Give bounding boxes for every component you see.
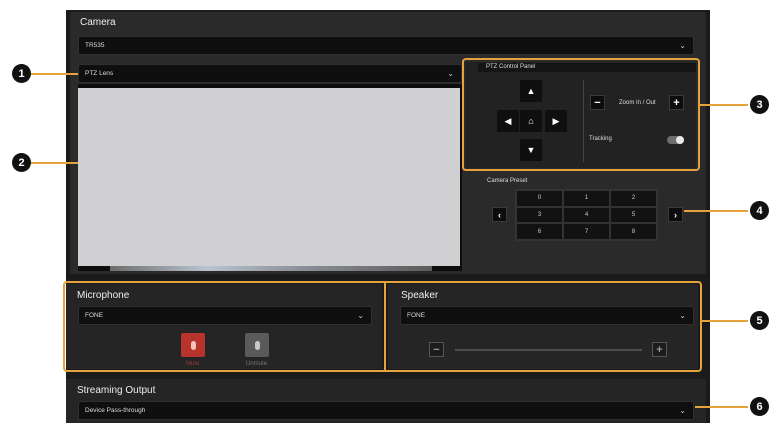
streaming-output-select[interactable]: Device Pass-through ⌄ <box>78 401 694 420</box>
callout-line-4 <box>684 210 748 212</box>
preset-grid: 0 1 2 3 4 5 6 7 8 <box>515 189 658 241</box>
callout-badge-1: 1 <box>12 64 31 83</box>
preset-cell[interactable]: 8 <box>610 223 657 240</box>
callout-line-5 <box>702 320 748 322</box>
preset-cell[interactable]: 2 <box>610 190 657 207</box>
camera-preset-title: Camera Preset <box>487 178 528 184</box>
callout-badge-4: 4 <box>750 201 769 220</box>
camera-lens-value: PTZ Lens <box>85 70 114 77</box>
ptz-panel-highlight <box>462 58 700 171</box>
streaming-output-value: Device Pass-through <box>85 407 146 414</box>
camera-preview-image <box>78 88 460 266</box>
preset-cell[interactable]: 3 <box>516 206 563 224</box>
preset-prev-button[interactable]: ‹ <box>492 207 507 222</box>
callout-line-3 <box>700 104 748 106</box>
audio-highlight <box>63 281 702 372</box>
callout-badge-2: 2 <box>12 153 31 172</box>
callout-line-6 <box>695 406 748 408</box>
chevron-down-icon: ⌄ <box>679 41 686 50</box>
preset-cell[interactable]: 0 <box>516 190 563 207</box>
callout-badge-6: 6 <box>750 397 769 416</box>
preset-cell[interactable]: 7 <box>563 223 610 240</box>
preset-cell[interactable]: 6 <box>516 223 563 240</box>
streaming-title: Streaming Output <box>77 385 156 396</box>
chevron-down-icon: ⌄ <box>679 406 686 415</box>
camera-lens-select[interactable]: PTZ Lens ⌄ <box>78 64 462 83</box>
preview-bottom-strip <box>110 266 432 271</box>
camera-device-value: TR535 <box>85 42 105 49</box>
audio-divider <box>384 282 386 371</box>
preset-cell[interactable]: 5 <box>610 206 657 224</box>
chevron-down-icon: ⌄ <box>447 69 454 78</box>
camera-device-select[interactable]: TR535 ⌄ <box>78 36 694 55</box>
preset-cell[interactable]: 1 <box>563 190 610 207</box>
callout-line-2 <box>31 162 78 164</box>
callout-badge-3: 3 <box>750 95 769 114</box>
camera-title: Camera <box>80 17 116 28</box>
preset-next-button[interactable]: › <box>668 207 683 222</box>
callout-line-1 <box>31 73 78 75</box>
callout-badge-5: 5 <box>750 311 769 330</box>
preset-cell[interactable]: 4 <box>563 206 610 224</box>
